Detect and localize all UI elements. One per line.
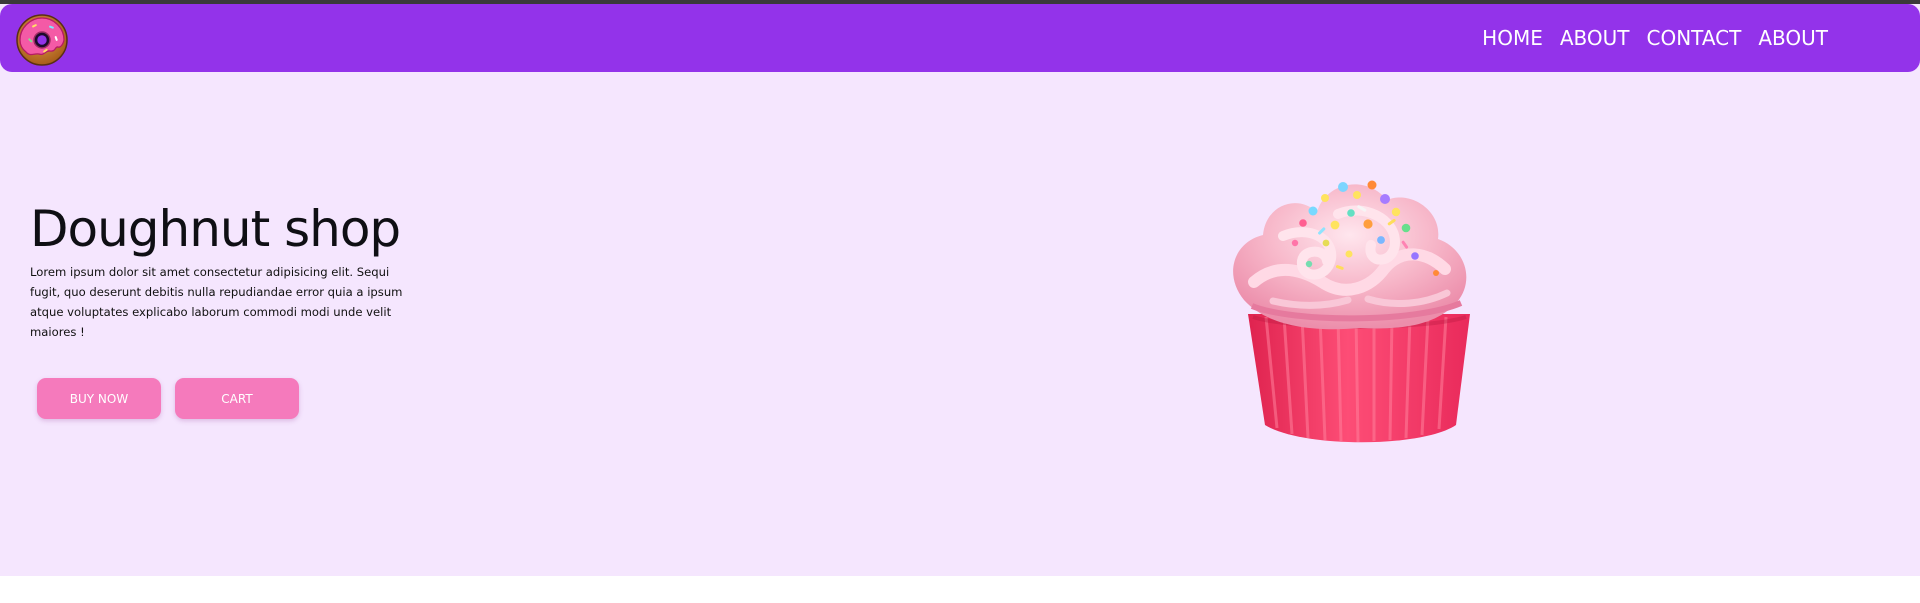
hero-buttons: BUY NOW CART <box>37 378 299 419</box>
nav-link-about-second[interactable]: ABOUT <box>1758 26 1828 50</box>
cupcake-image <box>1210 170 1510 470</box>
hero-description: Lorem ipsum dolor sit amet consectetur a… <box>30 265 403 339</box>
nav-link-home[interactable]: HOME <box>1482 26 1543 50</box>
navbar: HOME ABOUT CONTACT ABOUT <box>0 4 1920 72</box>
page-title: Doughnut shop <box>30 200 401 258</box>
navigation-menu: HOME ABOUT CONTACT ABOUT <box>1482 4 1828 72</box>
nav-link-about[interactable]: ABOUT <box>1560 26 1630 50</box>
hero-content: Doughnut shop Lorem ipsum dolor sit amet… <box>30 198 420 342</box>
cart-button[interactable]: CART <box>175 378 299 419</box>
doughnut-logo-icon[interactable] <box>14 12 70 68</box>
buy-now-button[interactable]: BUY NOW <box>37 378 161 419</box>
page: HOME ABOUT CONTACT ABOUT Doughnut shop L… <box>0 0 1920 603</box>
nav-link-contact[interactable]: CONTACT <box>1647 26 1742 50</box>
